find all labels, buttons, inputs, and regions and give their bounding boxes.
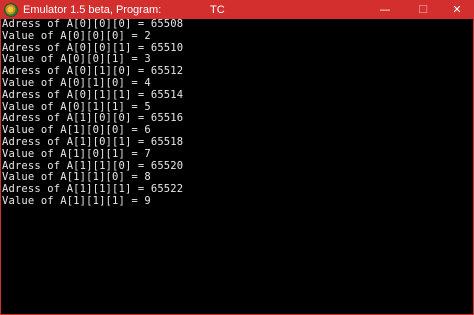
console-line: Adress of A[0][1][1] = 65514	[2, 88, 184, 101]
program-name: TC	[210, 4, 225, 16]
emulator-app-icon	[4, 3, 18, 17]
window-title: Emulator 1.5 beta, Program:	[23, 4, 162, 16]
console-line: Value of A[1][0][1] = 7	[2, 147, 151, 160]
console-line: Value of A[1][1][1] = 9	[2, 194, 151, 207]
minimize-button[interactable]: —	[367, 1, 403, 19]
console-line: Adress of A[1][0][1] = 65518	[2, 135, 184, 148]
close-button[interactable]: ✕	[439, 1, 473, 19]
console-output[interactable]: Adress of A[0][0][0] = 65508 Value of A[…	[2, 19, 472, 314]
console-line: Value of A[0][0][0] = 2	[2, 29, 151, 42]
console-line: Value of A[0][1][0] = 4	[2, 76, 151, 89]
maximize-button[interactable]: ☐	[405, 1, 441, 19]
title-bar[interactable]: Emulator 1.5 beta, Program: TC — ☐ ✕	[1, 1, 473, 19]
emulator-window: Emulator 1.5 beta, Program: TC — ☐ ✕ Adr…	[0, 0, 474, 315]
